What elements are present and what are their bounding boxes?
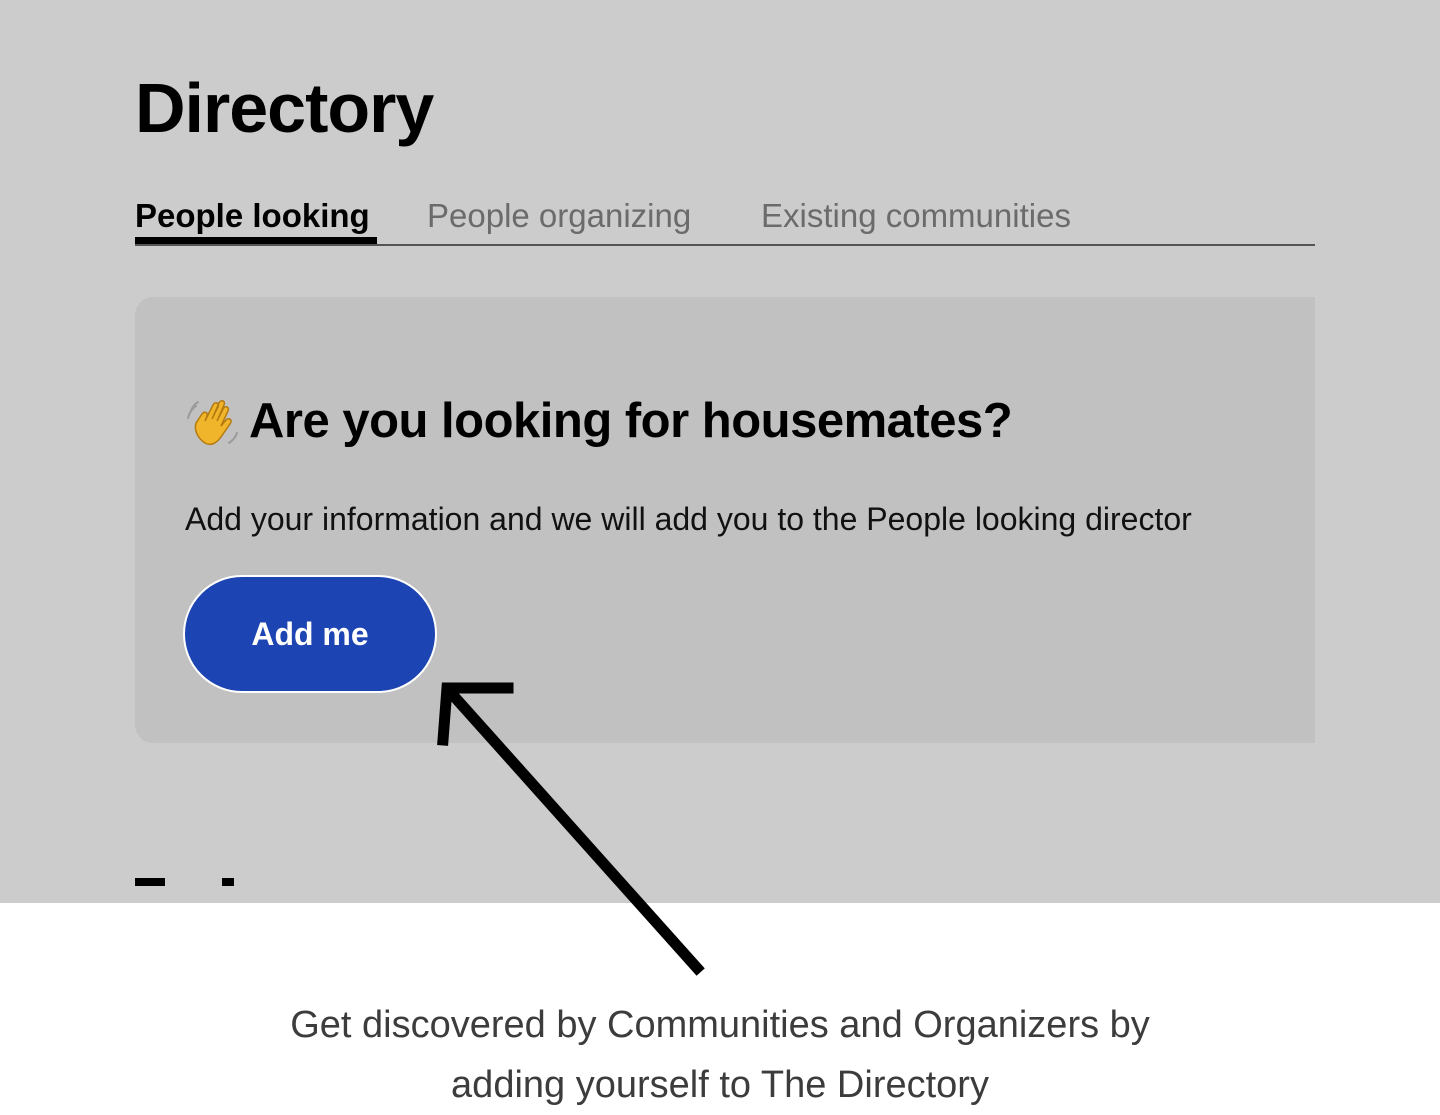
card-description: Add your information and we will add you… <box>185 501 1192 537</box>
add-me-button[interactable]: Add me <box>183 575 437 693</box>
card-heading: Are you looking for housemates? <box>185 391 1013 451</box>
next-section-heading-peek <box>135 878 165 886</box>
waving-hand-icon <box>187 400 238 446</box>
directory-screenshot: Directory People looking People organizi… <box>0 0 1440 903</box>
next-section-heading-peek <box>222 878 234 886</box>
tab-existing-communities[interactable]: Existing communities <box>761 196 1071 242</box>
caption-line-2: adding yourself to The Directory <box>451 1064 989 1106</box>
directory-tabs: People looking People organizing Existin… <box>135 196 1315 246</box>
annotation-caption: Get discovered by Communities and Organi… <box>120 995 1320 1115</box>
tab-people-looking[interactable]: People looking <box>135 196 377 244</box>
page-title: Directory <box>135 69 434 147</box>
caption-line-1: Get discovered by Communities and Organi… <box>290 1004 1150 1046</box>
tab-people-organizing[interactable]: People organizing <box>427 196 691 242</box>
card-heading-text: Are you looking for housemates? <box>249 394 1013 448</box>
housemates-card: Are you looking for housemates? Add your… <box>135 297 1315 743</box>
